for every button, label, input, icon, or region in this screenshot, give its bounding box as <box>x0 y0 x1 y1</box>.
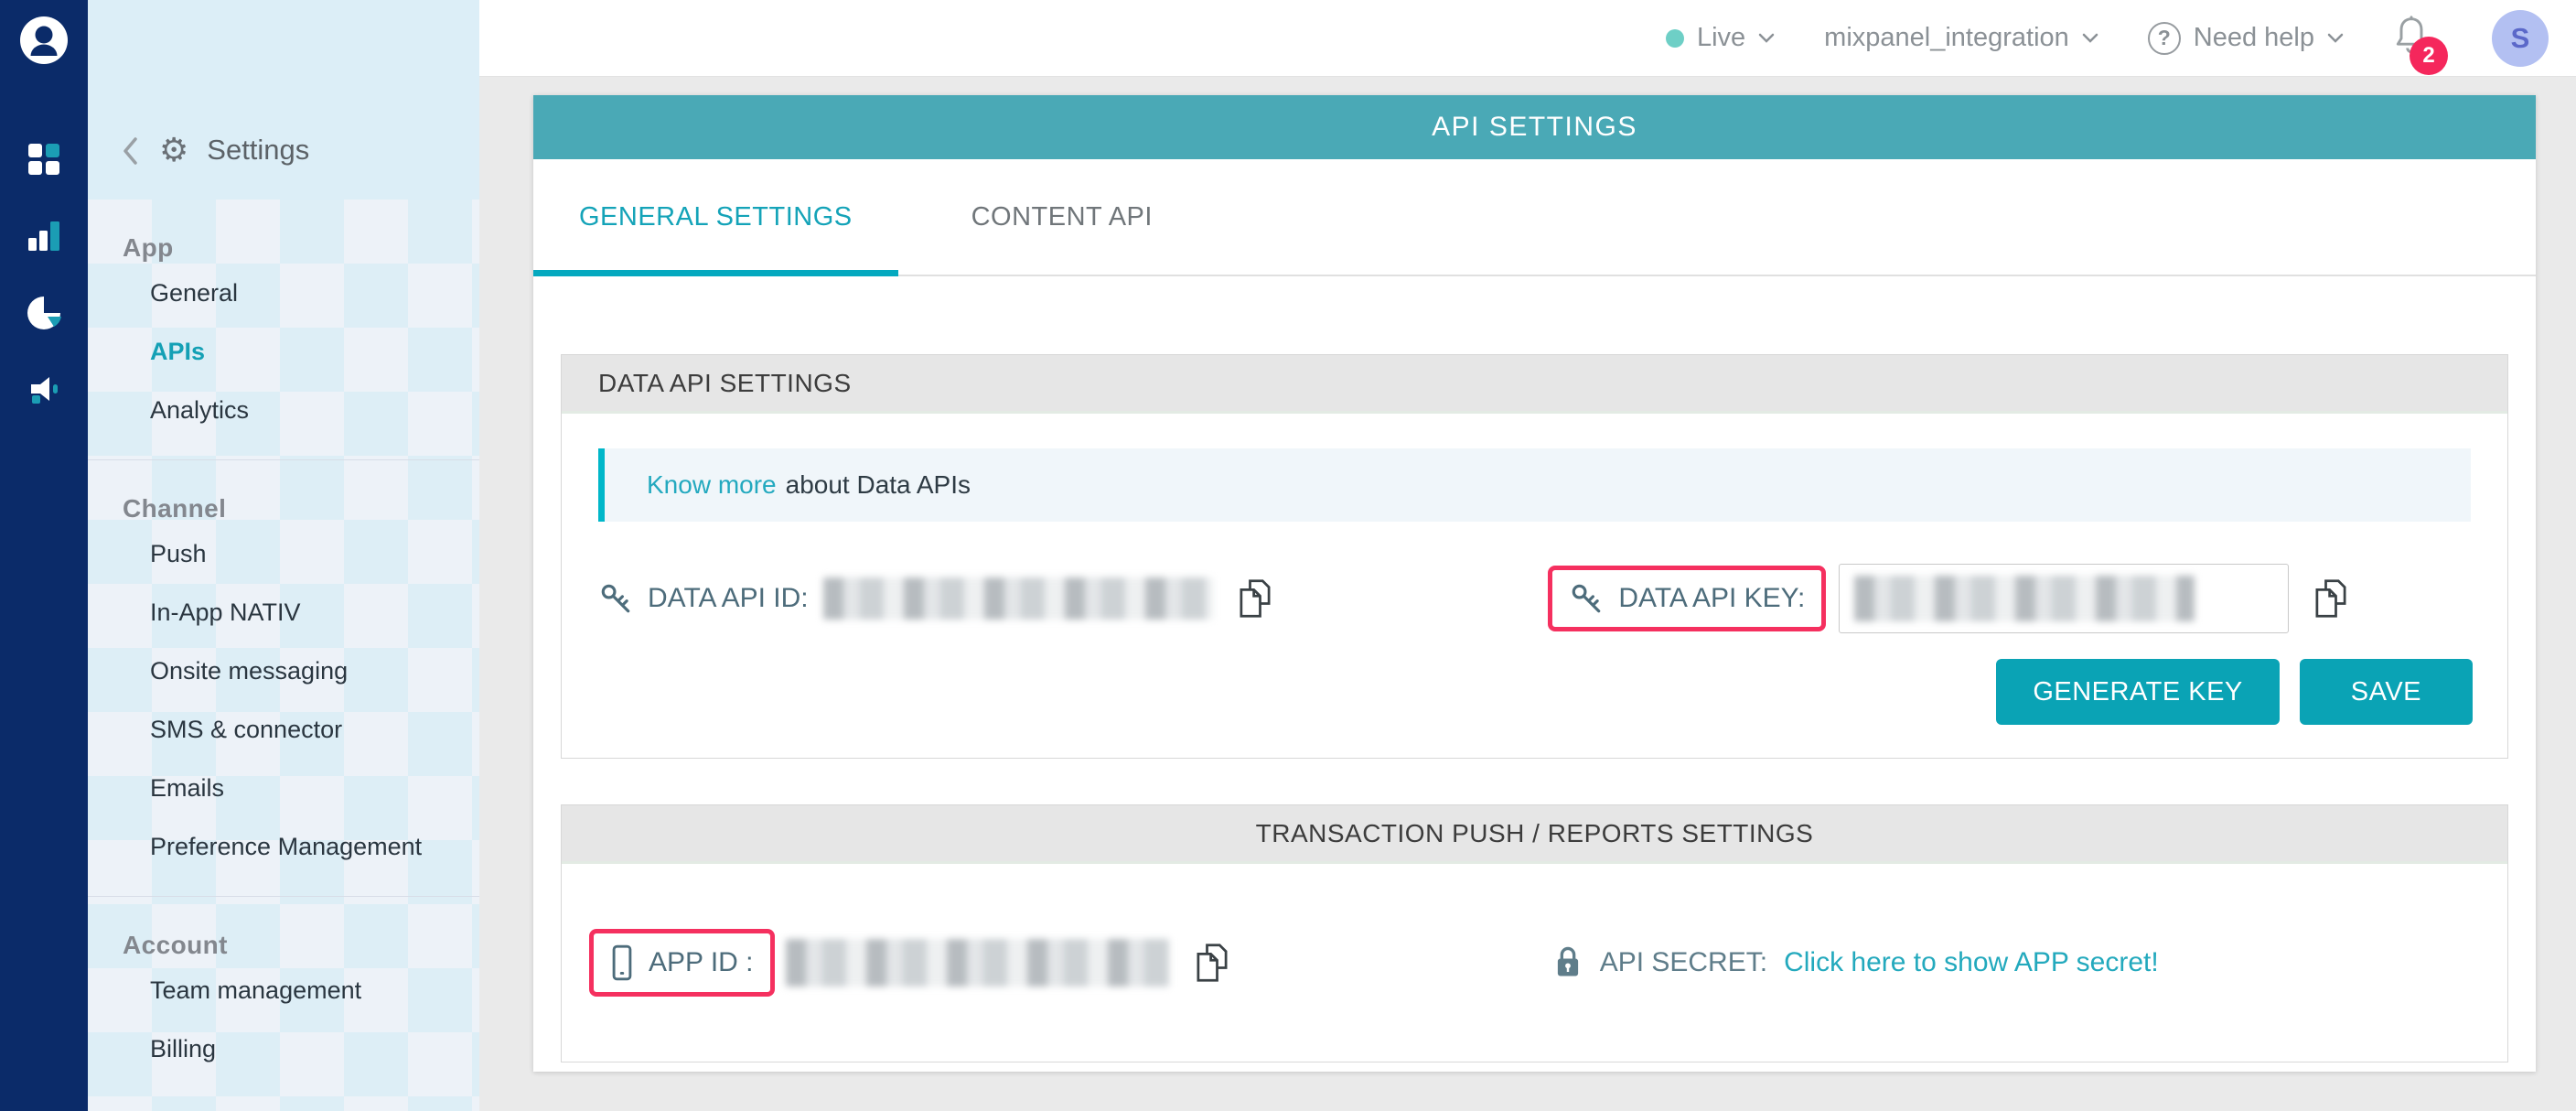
question-icon: ? <box>2148 22 2181 55</box>
page-content: API SETTINGS GENERAL SETTINGS CONTENT AP… <box>479 77 2576 1111</box>
copy-icon[interactable] <box>1194 943 1230 983</box>
sidebar-group-channel: Channel Push In-App NATIV Onsite messagi… <box>88 459 479 896</box>
settings-nav: App General APIs Analytics Channel Push … <box>88 200 479 1111</box>
brand-logo[interactable] <box>18 15 70 66</box>
data-api-settings-section: DATA API SETTINGS Know more about Data A… <box>561 354 2508 759</box>
data-api-section-title: DATA API SETTINGS <box>598 369 852 398</box>
settings-title: Settings <box>207 134 309 167</box>
transaction-fields-row: APP ID : <box>562 864 2507 1062</box>
transaction-section-title: TRANSACTION PUSH / REPORTS SETTINGS <box>1256 819 1814 848</box>
environment-label: Live <box>1697 23 1745 53</box>
gear-icon: ⚙ <box>159 134 188 167</box>
copy-icon[interactable] <box>1237 578 1273 619</box>
data-api-id-label: DATA API ID: <box>648 583 809 614</box>
key-icon <box>1569 581 1604 616</box>
api-secret-label: API SECRET: <box>1600 947 1767 978</box>
sidebar-group-account: Account Team management Billing <box>88 896 479 1098</box>
tab-bar: GENERAL SETTINGS CONTENT API <box>533 159 2536 276</box>
know-more-note: Know more about Data APIs <box>598 448 2471 522</box>
know-more-link[interactable]: Know more <box>647 470 777 500</box>
app-id-field: APP ID : <box>589 929 1552 997</box>
data-api-key-label: DATA API KEY: <box>1618 583 1805 614</box>
sidebar-item-apis[interactable]: APIs <box>88 322 479 381</box>
data-api-key-highlight: DATA API KEY: <box>1548 566 1826 631</box>
avatar-initial: S <box>2511 22 2530 55</box>
project-selector[interactable]: mixpanel_integration <box>1824 23 2098 53</box>
generate-key-button[interactable]: GENERATE KEY <box>1996 659 2279 725</box>
live-status-dot <box>1666 29 1684 48</box>
notification-badge: 2 <box>2410 37 2448 75</box>
copy-icon[interactable] <box>2313 578 2349 619</box>
app-id-label: APP ID : <box>649 947 754 978</box>
key-icon <box>598 581 633 616</box>
notifications-button[interactable]: 2 <box>2393 16 2430 60</box>
chevron-down-icon <box>2327 33 2344 44</box>
sidebar-item-preference-management[interactable]: Preference Management <box>88 817 479 876</box>
card-body: DATA API SETTINGS Know more about Data A… <box>533 276 2536 1062</box>
transaction-section-header: TRANSACTION PUSH / REPORTS SETTINGS <box>562 805 2507 864</box>
transaction-push-section: TRANSACTION PUSH / REPORTS SETTINGS <box>561 804 2508 1062</box>
main-column: Live mixpanel_integration ? Need help <box>479 0 2576 1111</box>
tab-general-settings[interactable]: GENERAL SETTINGS <box>533 159 898 275</box>
data-api-id-field: DATA API ID: <box>562 577 1548 620</box>
data-api-buttons-row: GENERATE KEY SAVE <box>562 659 2473 725</box>
sidebar-item-push[interactable]: Push <box>88 524 479 583</box>
show-app-secret-link[interactable]: Click here to show APP secret! <box>1784 947 2159 978</box>
app-id-value-redacted <box>786 939 1170 987</box>
sidebar-item-team-management[interactable]: Team management <box>88 961 479 1019</box>
reports-pie-icon[interactable] <box>24 293 64 333</box>
topbar: Live mixpanel_integration ? Need help <box>479 0 2576 77</box>
chevron-down-icon <box>2082 33 2098 44</box>
user-avatar[interactable]: S <box>2492 10 2549 67</box>
sidebar-item-emails[interactable]: Emails <box>88 759 479 817</box>
save-button[interactable]: SAVE <box>2300 659 2473 725</box>
tab-content-api[interactable]: CONTENT API <box>926 159 1198 275</box>
sidebar-group-label: App <box>123 232 479 264</box>
data-api-key-input[interactable] <box>1839 564 2289 633</box>
nav-rail <box>0 0 88 1111</box>
sidebar-item-analytics[interactable]: Analytics <box>88 381 479 439</box>
data-api-id-value-redacted <box>823 577 1213 620</box>
data-api-section-header: DATA API SETTINGS <box>562 355 2507 414</box>
api-settings-card: API SETTINGS GENERAL SETTINGS CONTENT AP… <box>533 95 2536 1072</box>
chevron-down-icon <box>1758 33 1775 44</box>
sidebar-item-billing[interactable]: Billing <box>88 1019 479 1078</box>
rail-icon-group <box>24 139 64 410</box>
mobile-phone-icon <box>610 944 634 981</box>
data-api-key-value-redacted <box>1854 576 2195 621</box>
environment-selector[interactable]: Live <box>1666 23 1775 53</box>
sidebar-item-general[interactable]: General <box>88 264 479 322</box>
app-id-highlight: APP ID : <box>589 929 775 997</box>
help-label: Need help <box>2194 23 2314 53</box>
sidebar-group-label: Account <box>123 930 479 961</box>
api-secret-field: API SECRET: Click here to show APP secre… <box>1552 944 2507 981</box>
page-title: API SETTINGS <box>1432 112 1637 143</box>
page-title-bar: API SETTINGS <box>533 95 2536 159</box>
settings-sidebar: ⚙ Settings App General APIs Analytics Ch… <box>88 0 479 1111</box>
help-menu[interactable]: ? Need help <box>2148 22 2344 55</box>
sidebar-item-sms-connector[interactable]: SMS & connector <box>88 700 479 759</box>
sidebar-group-label: Channel <box>123 493 479 524</box>
back-chevron-icon[interactable] <box>121 136 141 164</box>
campaigns-megaphone-icon[interactable] <box>24 370 64 410</box>
sidebar-item-onsite-messaging[interactable]: Onsite messaging <box>88 642 479 700</box>
analytics-bars-icon[interactable] <box>24 216 64 256</box>
dashboard-grid-icon[interactable] <box>24 139 64 179</box>
sidebar-group-app: App General APIs Analytics <box>88 200 479 459</box>
know-more-text: about Data APIs <box>786 470 971 500</box>
app-root: ⚙ Settings App General APIs Analytics Ch… <box>0 0 2576 1111</box>
data-api-key-field: DATA API KEY: <box>1548 564 2507 633</box>
project-name: mixpanel_integration <box>1824 23 2069 53</box>
sidebar-item-inapp-nativ[interactable]: In-App NATIV <box>88 583 479 642</box>
lock-icon <box>1552 944 1583 981</box>
data-api-fields-row: DATA API ID: <box>562 564 2507 633</box>
settings-sidebar-header: ⚙ Settings <box>88 0 479 200</box>
